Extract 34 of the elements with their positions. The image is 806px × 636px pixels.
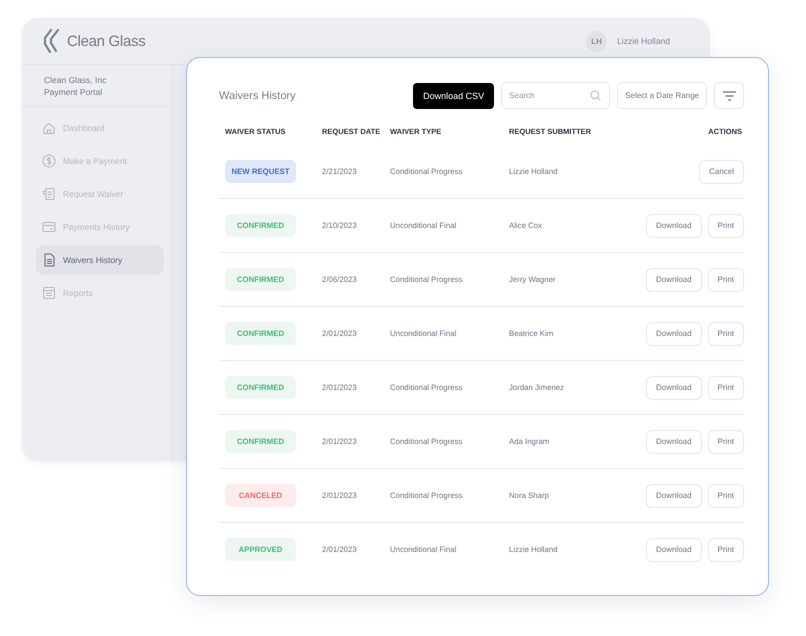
search-field[interactable]: Search — [501, 82, 610, 109]
action-button[interactable]: Download — [646, 214, 702, 238]
action-button[interactable]: Print — [708, 430, 744, 454]
action-button[interactable]: Cancel — [699, 160, 744, 184]
download-csv-button[interactable]: Download CSV — [413, 82, 494, 108]
filter-button[interactable] — [714, 82, 744, 109]
action-button[interactable]: Print — [708, 376, 744, 400]
action-button[interactable]: Print — [708, 484, 744, 508]
search-icon — [590, 90, 602, 101]
nav-item[interactable]: Waivers History — [36, 245, 164, 275]
action-button[interactable]: Download — [646, 430, 702, 454]
action-button[interactable]: Download — [646, 268, 702, 292]
action-button[interactable]: Print — [708, 214, 744, 238]
home-icon — [42, 121, 56, 135]
logo-text: Clean Glass — [67, 32, 146, 50]
document-icon — [42, 253, 56, 267]
portal-name: Payment Portal — [44, 86, 104, 98]
panel-title: Waivers History — [219, 90, 296, 102]
company-name: Clean Glass, Inc — [44, 74, 108, 86]
action-button[interactable]: Print — [708, 322, 744, 346]
action-button[interactable]: Print — [708, 538, 744, 562]
user-name: Lizzie Holland — [617, 36, 670, 46]
card-icon — [42, 220, 56, 234]
user-avatar[interactable]: LH — [586, 30, 608, 52]
action-button[interactable]: Download — [646, 376, 702, 400]
action-button[interactable]: Download — [646, 322, 702, 346]
report-icon — [42, 286, 56, 300]
action-button[interactable]: Print — [708, 268, 744, 292]
dollar-icon — [42, 154, 56, 168]
filter-icon — [722, 90, 736, 100]
receipt-icon — [42, 187, 56, 201]
date-range-button[interactable]: Select a Date Range — [617, 82, 707, 109]
action-button[interactable]: Download — [646, 484, 702, 508]
action-button[interactable]: Download — [646, 538, 702, 562]
